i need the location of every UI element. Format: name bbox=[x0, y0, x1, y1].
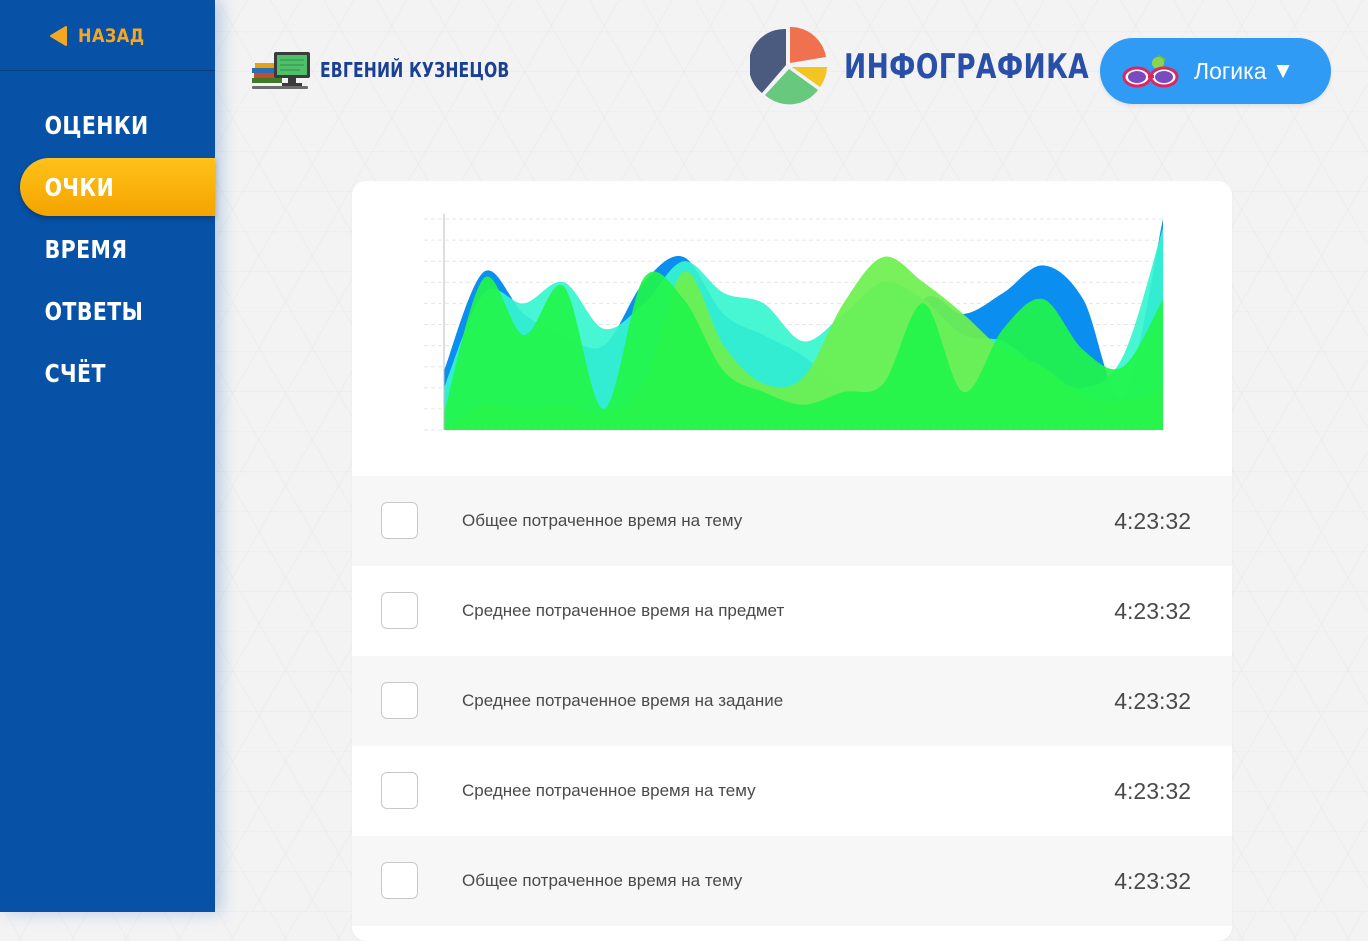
row-checkbox[interactable] bbox=[381, 682, 418, 719]
sidebar: НАЗАД ОЦЕНКИ ОЧКИ ВРЕМЯ ОТВЕТЫ СЧЁТ bbox=[0, 0, 215, 912]
sidebar-item-grades[interactable]: ОЦЕНКИ bbox=[20, 96, 215, 154]
stat-row: Среднее потраченное время на задание 4:2… bbox=[352, 656, 1232, 746]
sidebar-item-label: ВРЕМЯ bbox=[44, 234, 128, 264]
sidebar-item-label: ОЦЕНКИ bbox=[44, 110, 149, 140]
sidebar-item-label: ОТВЕТЫ bbox=[44, 296, 144, 326]
computer-books-icon bbox=[252, 52, 310, 89]
triangle-left-icon bbox=[50, 26, 67, 46]
stat-value: 4:23:32 bbox=[1114, 687, 1191, 714]
stats-list: Общее потраченное время на тему 4:23:32 … bbox=[352, 476, 1232, 926]
stat-label: Среднее потраченное время на предмет bbox=[462, 601, 785, 620]
user-block: ЕВГЕНИЙ КУЗНЕЦОВ bbox=[252, 48, 563, 92]
brand: ИНФОГРАФИКА bbox=[750, 27, 1158, 107]
stat-label: Общее потраченное время на тему bbox=[462, 871, 743, 890]
user-name: ЕВГЕНИЙ КУЗНЕЦОВ bbox=[320, 58, 510, 82]
stat-value: 4:23:32 bbox=[1114, 777, 1191, 804]
stat-value: 4:23:32 bbox=[1114, 867, 1191, 894]
sidebar-item-label: СЧЁТ bbox=[44, 358, 106, 388]
sidebar-item-time[interactable]: ВРЕМЯ bbox=[20, 220, 215, 278]
brand-title: ИНФОГРАФИКА bbox=[844, 47, 1090, 87]
pie-chart-logo-icon bbox=[750, 27, 827, 105]
glasses-icon bbox=[1122, 55, 1179, 88]
back-button[interactable]: НАЗАД bbox=[48, 24, 156, 48]
row-checkbox[interactable] bbox=[381, 862, 418, 899]
stat-row: Среднее потраченное время на тему 4:23:3… bbox=[352, 746, 1232, 836]
chevron-down-icon: ▼ bbox=[1276, 61, 1290, 81]
stat-row: Среднее потраченное время на предмет 4:2… bbox=[352, 566, 1232, 656]
sidebar-item-label: ОЧКИ bbox=[44, 172, 115, 202]
row-checkbox[interactable] bbox=[381, 772, 418, 809]
sidebar-item-score[interactable]: СЧЁТ bbox=[20, 344, 215, 402]
subject-label: Логика bbox=[1194, 57, 1267, 84]
back-label: НАЗАД bbox=[78, 25, 145, 47]
stat-label: Общее потраченное время на тему bbox=[462, 511, 743, 530]
stat-label: Среднее потраченное время на тему bbox=[462, 781, 756, 800]
row-checkbox[interactable] bbox=[381, 502, 418, 539]
stats-card: Общее потраченное время на тему 4:23:32 … bbox=[352, 181, 1232, 941]
area-chart bbox=[424, 214, 1163, 431]
stat-label: Среднее потраченное время на задание bbox=[462, 691, 784, 710]
row-checkbox[interactable] bbox=[381, 592, 418, 629]
stat-row: Общее потраченное время на тему 4:23:32 bbox=[352, 836, 1232, 926]
sidebar-item-points[interactable]: ОЧКИ bbox=[20, 158, 215, 216]
stat-row: Общее потраченное время на тему 4:23:32 bbox=[352, 476, 1232, 566]
sidebar-item-answers[interactable]: ОТВЕТЫ bbox=[20, 282, 215, 340]
stat-value: 4:23:32 bbox=[1114, 597, 1191, 624]
subject-dropdown[interactable]: Логика ▼ bbox=[1100, 38, 1331, 104]
sidebar-divider bbox=[0, 70, 215, 71]
stat-value: 4:23:32 bbox=[1114, 507, 1191, 534]
